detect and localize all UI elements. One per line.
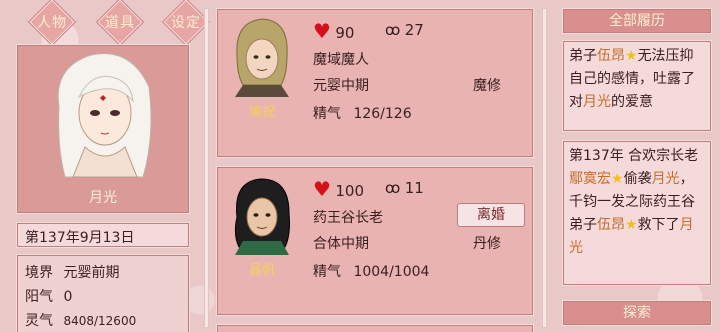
partner-realm: 合体中期 — [313, 236, 369, 252]
history-text: 弟子 — [569, 48, 597, 64]
partner-card[interactable] — [216, 324, 534, 332]
essence-row: 精气 1004/1004 — [313, 261, 429, 281]
nav-character-label: 人物 — [37, 15, 67, 31]
spirit-label: 灵气 — [25, 313, 53, 329]
player-stats-panel: 境界 元婴前期 阳气 0 灵气 8408/12600 — [16, 254, 190, 332]
yang-row: 阳气 0 — [25, 285, 181, 309]
spirit-row: 灵气 8408/12600 — [25, 309, 181, 332]
partner-path: 魔修 — [473, 78, 501, 94]
realm-row: 境界 元婴前期 — [25, 261, 181, 285]
game-date: 第137年9月13日 — [16, 222, 190, 248]
essence-value: 126/126 — [353, 106, 412, 122]
heart-icon: ♥ — [313, 19, 331, 43]
history-name-highlight: 伍昂 — [597, 48, 625, 64]
partner-avatar — [234, 178, 290, 255]
nav-character-button[interactable]: 人物 — [24, 4, 80, 40]
handcuffs-icon: ꝏ — [385, 21, 401, 39]
nav-items-button[interactable]: 道具 — [92, 4, 148, 40]
affection-value: 100 — [335, 182, 365, 200]
player-portrait — [57, 53, 152, 178]
spirit-value: 8408/12600 — [63, 314, 137, 328]
partner-card[interactable]: 昌帆 ♥ 100 ꝏ 11 药王谷长老 离婚 合体中期 丹修 精气 1004/1… — [216, 166, 534, 316]
history-entry: 弟子伍昂★无法压抑自己的感情，吐露了对月光的爱意 — [562, 40, 712, 132]
partner-card[interactable]: 喻祝 ♥ 90 ꝏ 27 魔域魔人 元婴中期 魔修 精气 126/126 — [216, 8, 534, 158]
bond-value: 27 — [404, 21, 424, 39]
history-text: 救下了 — [637, 217, 680, 233]
history-entry: 第137年 合欢宗长老鄢寞宏★偷袭月光，千钧一发之际药王谷弟子伍昂★救下了月光 — [562, 140, 712, 286]
yang-value: 0 — [63, 289, 73, 305]
partner-path: 丹修 — [473, 236, 501, 252]
partner-title: 药王谷长老 — [313, 210, 383, 226]
list-scroll-track-left[interactable] — [204, 8, 209, 328]
history-text: 偷袭 — [623, 171, 652, 187]
essence-label: 精气 — [313, 264, 341, 280]
player-portrait-panel[interactable]: 月光 — [16, 44, 190, 214]
partner-realm: 元婴中期 — [313, 78, 369, 94]
bond-row: ꝏ 11 — [385, 179, 424, 197]
partner-avatar — [235, 18, 289, 97]
history-name-highlight: 月光 — [583, 94, 611, 110]
history-name-highlight: 月光 — [651, 171, 680, 187]
list-scroll-track-right[interactable] — [542, 8, 547, 328]
history-text: 第137年 合欢宗长老 — [569, 148, 699, 164]
player-name: 月光 — [89, 190, 117, 206]
essence-value: 1004/1004 — [353, 264, 430, 280]
affection-row: ♥ 100 — [313, 177, 364, 201]
nav-settings-label: 设定 — [171, 15, 201, 31]
handcuffs-icon: ꝏ — [385, 179, 401, 197]
nav-items-label: 道具 — [105, 15, 135, 31]
partner-name: 喻祝 — [248, 105, 275, 120]
star-icon: ★ — [611, 171, 624, 187]
essence-row: 精气 126/126 — [313, 103, 412, 123]
history-text: 的爱意 — [611, 94, 653, 110]
history-name-highlight: 伍昂 — [597, 217, 625, 233]
bond-value: 11 — [404, 179, 424, 197]
partner-name: 昌帆 — [248, 263, 275, 278]
realm-label: 境界 — [25, 265, 53, 281]
essence-label: 精气 — [313, 106, 341, 122]
affection-row: ♥ 90 — [313, 19, 354, 43]
realm-value: 元婴前期 — [63, 265, 120, 281]
bond-row: ꝏ 27 — [385, 21, 424, 39]
star-icon: ★ — [625, 217, 638, 233]
heart-icon: ♥ — [313, 177, 331, 201]
explore-button[interactable]: 探索 — [562, 300, 712, 326]
yang-label: 阳气 — [25, 289, 53, 305]
affection-value: 90 — [335, 24, 355, 42]
partner-title: 魔域魔人 — [313, 52, 369, 68]
star-icon: ★ — [625, 48, 638, 64]
history-name-highlight: 鄢寞宏 — [569, 171, 611, 187]
history-title[interactable]: 全部履历 — [562, 8, 712, 34]
divorce-button[interactable]: 离婚 — [457, 203, 525, 227]
